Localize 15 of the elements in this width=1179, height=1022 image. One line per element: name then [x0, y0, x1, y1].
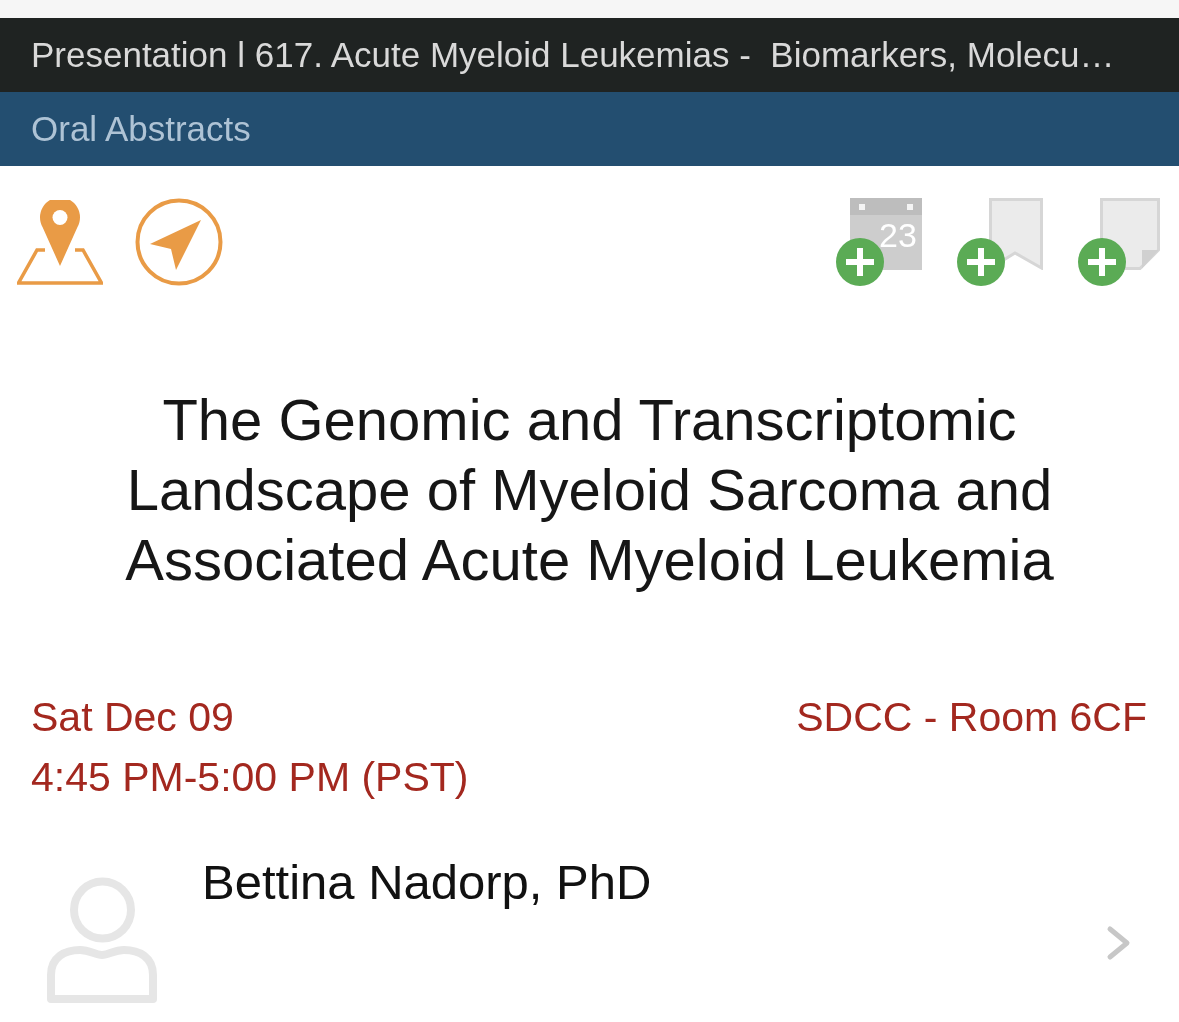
category-label: Oral Abstracts	[31, 108, 251, 150]
chevron-right-icon[interactable]	[1106, 925, 1132, 961]
abstract-title: The Genomic and Transcriptomic Landscape of Myeloid Sarcoma and Associated Acute Myeloid Leukemia	[124, 386, 1055, 594]
plus-badge-icon	[1078, 238, 1126, 286]
speaker-name: Bettina Nadorp, PhD	[202, 854, 652, 911]
session-room: SDCC - Room 6CF	[796, 693, 1147, 742]
add-bookmark-button[interactable]	[957, 198, 1043, 286]
bookmark-icon	[989, 198, 1043, 270]
session-date: Sat Dec 09	[31, 693, 235, 742]
plus-badge-icon	[957, 238, 1005, 286]
add-note-button[interactable]	[1078, 198, 1160, 286]
person-avatar-icon	[45, 875, 159, 1005]
header-title: Presentation l 617. Acute Myeloid Leukemias - Biomarkers, Molecu…	[31, 34, 1115, 76]
map-pin-icon[interactable]	[17, 200, 103, 286]
session-time: 4:45 PM-5:00 PM (PST)	[31, 753, 469, 802]
